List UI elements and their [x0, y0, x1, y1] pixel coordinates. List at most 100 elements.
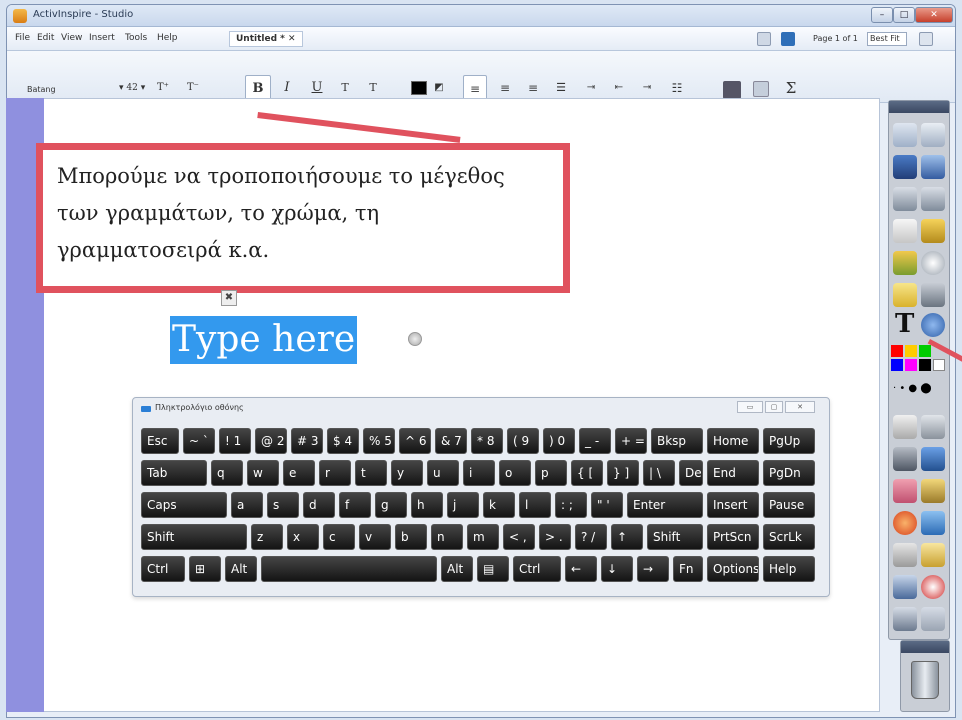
- keyboard-close-button[interactable]: ✕: [785, 401, 815, 413]
- key-_--[interactable]: _ -: [579, 428, 611, 454]
- camera-icon[interactable]: [893, 543, 917, 567]
- key-⊞[interactable]: ⊞: [189, 556, 221, 582]
- key-~-`[interactable]: ~ `: [183, 428, 215, 454]
- key-←[interactable]: ←: [565, 556, 597, 582]
- palette-green[interactable]: [919, 345, 931, 357]
- keyboard-minimize-button[interactable]: ▭: [737, 401, 763, 413]
- key-w[interactable]: w: [247, 460, 279, 486]
- key-c[interactable]: c: [323, 524, 355, 550]
- key-^-6[interactable]: ^ 6: [399, 428, 431, 454]
- key-|-\[interactable]: | \: [643, 460, 675, 486]
- key-g[interactable]: g: [375, 492, 407, 518]
- key-alt[interactable]: Alt: [225, 556, 257, 582]
- key-:-;[interactable]: : ;: [555, 492, 587, 518]
- selected-text-box[interactable]: Type here: [170, 316, 358, 364]
- dock-icon[interactable]: [919, 32, 933, 46]
- key-shift[interactable]: Shift: [647, 524, 703, 550]
- key-b[interactable]: b: [395, 524, 427, 550]
- key-ctrl[interactable]: Ctrl: [513, 556, 561, 582]
- key-→[interactable]: →: [637, 556, 669, 582]
- palette-magenta[interactable]: [905, 359, 917, 371]
- maximize-button[interactable]: □: [893, 7, 915, 23]
- key->-.[interactable]: > .: [539, 524, 571, 550]
- key-)-0[interactable]: ) 0: [543, 428, 575, 454]
- menu-insert[interactable]: Insert: [89, 33, 115, 43]
- key-d[interactable]: d: [303, 492, 335, 518]
- key-space[interactable]: [261, 556, 437, 582]
- key-%-5[interactable]: % 5: [363, 428, 395, 454]
- key-↓[interactable]: ↓: [601, 556, 633, 582]
- key-q[interactable]: q: [211, 460, 243, 486]
- palette-yellow[interactable]: [905, 345, 917, 357]
- key-help[interactable]: Help: [763, 556, 815, 582]
- palette-blue[interactable]: [891, 359, 903, 371]
- palette-black[interactable]: [919, 359, 931, 371]
- key-esc[interactable]: Esc: [141, 428, 179, 454]
- key-h[interactable]: h: [411, 492, 443, 518]
- eraser-icon[interactable]: [893, 479, 917, 503]
- key-e[interactable]: e: [283, 460, 315, 486]
- palette-red[interactable]: [891, 345, 903, 357]
- key-↑[interactable]: ↑: [611, 524, 643, 550]
- key-u[interactable]: u: [427, 460, 459, 486]
- page-view-icon[interactable]: [757, 32, 771, 46]
- shape-icon[interactable]: [893, 511, 917, 535]
- prev-page-icon[interactable]: [893, 187, 917, 211]
- menu-help[interactable]: Help: [157, 33, 178, 43]
- key-j[interactable]: j: [447, 492, 479, 518]
- pen-tool-icon[interactable]: [893, 251, 917, 275]
- key-pause[interactable]: Pause: [763, 492, 815, 518]
- clear-icon[interactable]: [893, 575, 917, 599]
- trash-icon[interactable]: [911, 661, 939, 699]
- key-}-][interactable]: } ]: [607, 460, 639, 486]
- key-enter[interactable]: Enter: [627, 492, 703, 518]
- key-?-/[interactable]: ? /: [575, 524, 607, 550]
- reset-icon[interactable]: [921, 575, 945, 599]
- zoom-select[interactable]: Best Fit: [867, 32, 907, 46]
- key-y[interactable]: y: [391, 460, 423, 486]
- key-scrlk[interactable]: ScrLk: [763, 524, 815, 550]
- globe-icon[interactable]: [921, 313, 945, 337]
- document-tab[interactable]: Untitled * ✕: [229, 31, 303, 47]
- flipchart-icon[interactable]: [781, 32, 795, 46]
- desktop-annotate-icon[interactable]: [893, 155, 917, 179]
- menu-tools[interactable]: Tools: [125, 33, 147, 43]
- select-icon[interactable]: [893, 415, 917, 439]
- key-@-2[interactable]: @ 2: [255, 428, 287, 454]
- palette-white[interactable]: [933, 359, 945, 371]
- key-k[interactable]: k: [483, 492, 515, 518]
- menu-view[interactable]: View: [61, 33, 82, 43]
- key-v[interactable]: v: [359, 524, 391, 550]
- key-{-[[interactable]: { [: [571, 460, 603, 486]
- rotate-handle[interactable]: [408, 332, 422, 346]
- key-options[interactable]: Options: [707, 556, 759, 582]
- key-s[interactable]: s: [267, 492, 299, 518]
- key-prtscn[interactable]: PrtScn: [707, 524, 759, 550]
- pen-width-selector[interactable]: · • ● ⬤: [893, 383, 932, 394]
- key-bksp[interactable]: Bksp: [651, 428, 703, 454]
- key-end[interactable]: End: [707, 460, 759, 486]
- key-$-4[interactable]: $ 4: [327, 428, 359, 454]
- key-fn[interactable]: Fn: [673, 556, 703, 582]
- keyboard-restore-button[interactable]: ▢: [765, 401, 783, 413]
- reveal-icon[interactable]: [921, 219, 945, 243]
- connector-icon[interactable]: [921, 511, 945, 535]
- next-page-icon[interactable]: [921, 187, 945, 211]
- key-<-,[interactable]: < ,: [503, 524, 535, 550]
- marker-icon[interactable]: [921, 283, 945, 307]
- table-icon[interactable]: [723, 81, 741, 99]
- main-menu-icon[interactable]: [893, 123, 917, 147]
- key-!-1[interactable]: ! 1: [219, 428, 251, 454]
- minimize-button[interactable]: –: [871, 7, 893, 23]
- key-x[interactable]: x: [287, 524, 319, 550]
- menu-edit[interactable]: Edit: [37, 33, 54, 43]
- key-(-9[interactable]: ( 9: [507, 428, 539, 454]
- key-shift[interactable]: Shift: [141, 524, 247, 550]
- key-a[interactable]: a: [231, 492, 263, 518]
- grid-icon[interactable]: [753, 81, 769, 97]
- key-tab[interactable]: Tab: [141, 460, 207, 486]
- key-▤[interactable]: ▤: [477, 556, 509, 582]
- key-o[interactable]: o: [499, 460, 531, 486]
- key-ctrl[interactable]: Ctrl: [141, 556, 185, 582]
- key-alt[interactable]: Alt: [441, 556, 473, 582]
